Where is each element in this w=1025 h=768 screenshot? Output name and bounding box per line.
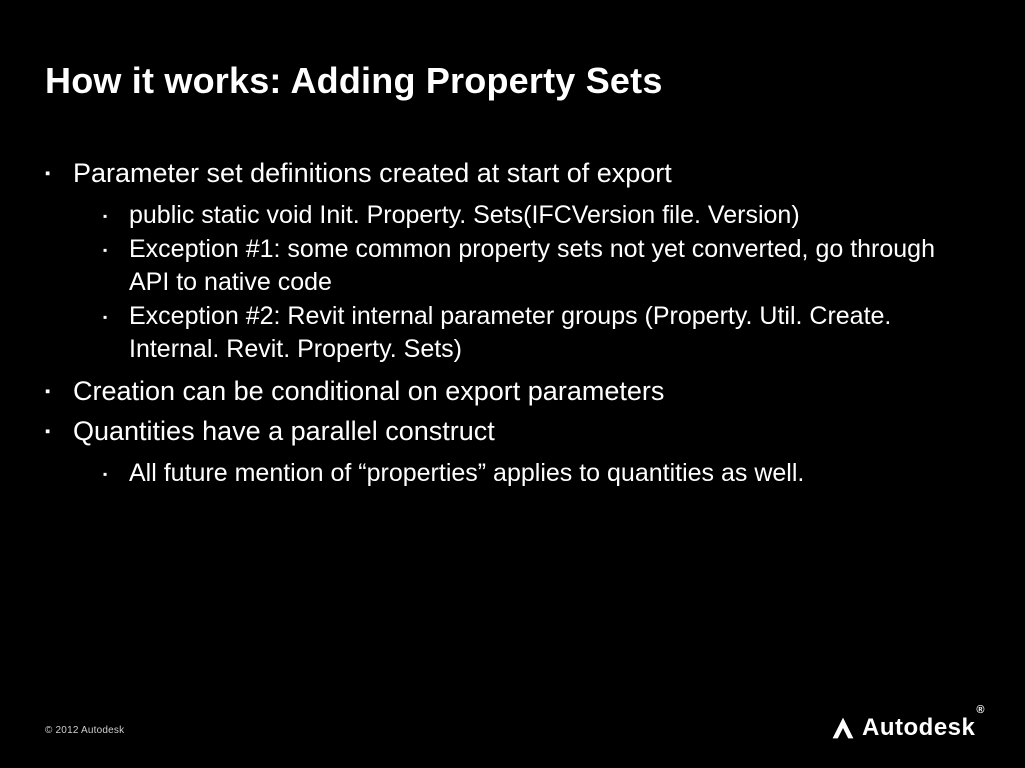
logo-word: Autodesk xyxy=(862,714,975,741)
autodesk-logo-icon xyxy=(830,715,856,741)
sub-bullet-item: Exception #1: some common property sets … xyxy=(103,233,980,298)
bullet-item: Parameter set definitions created at sta… xyxy=(45,157,980,365)
sub-bullet-list: public static void Init. Property. Sets(… xyxy=(73,199,980,366)
registered-mark: ® xyxy=(976,704,985,716)
autodesk-logo-text: Autodesk® xyxy=(862,714,985,742)
autodesk-logo: Autodesk® xyxy=(830,714,985,742)
bullet-text: Parameter set definitions created at sta… xyxy=(73,158,672,188)
bullet-text: Creation can be conditional on export pa… xyxy=(73,376,664,406)
sub-bullet-text: Exception #2: Revit internal parameter g… xyxy=(129,302,891,363)
bullet-list: Parameter set definitions created at sta… xyxy=(45,157,980,489)
sub-bullet-list: All future mention of “properties” appli… xyxy=(73,457,980,490)
sub-bullet-text: Exception #1: some common property sets … xyxy=(129,235,935,296)
sub-bullet-text: public static void Init. Property. Sets(… xyxy=(129,201,800,229)
copyright-footer: © 2012 Autodesk xyxy=(45,725,124,736)
bullet-text: Quantities have a parallel construct xyxy=(73,416,495,446)
sub-bullet-text: All future mention of “properties” appli… xyxy=(129,459,804,487)
bullet-item: Creation can be conditional on export pa… xyxy=(45,375,980,409)
sub-bullet-item: public static void Init. Property. Sets(… xyxy=(103,199,980,232)
sub-bullet-item: Exception #2: Revit internal parameter g… xyxy=(103,300,980,365)
bullet-item: Quantities have a parallel construct All… xyxy=(45,415,980,489)
slide-title: How it works: Adding Property Sets xyxy=(45,60,980,102)
slide: How it works: Adding Property Sets Param… xyxy=(0,0,1025,768)
sub-bullet-item: All future mention of “properties” appli… xyxy=(103,457,980,490)
